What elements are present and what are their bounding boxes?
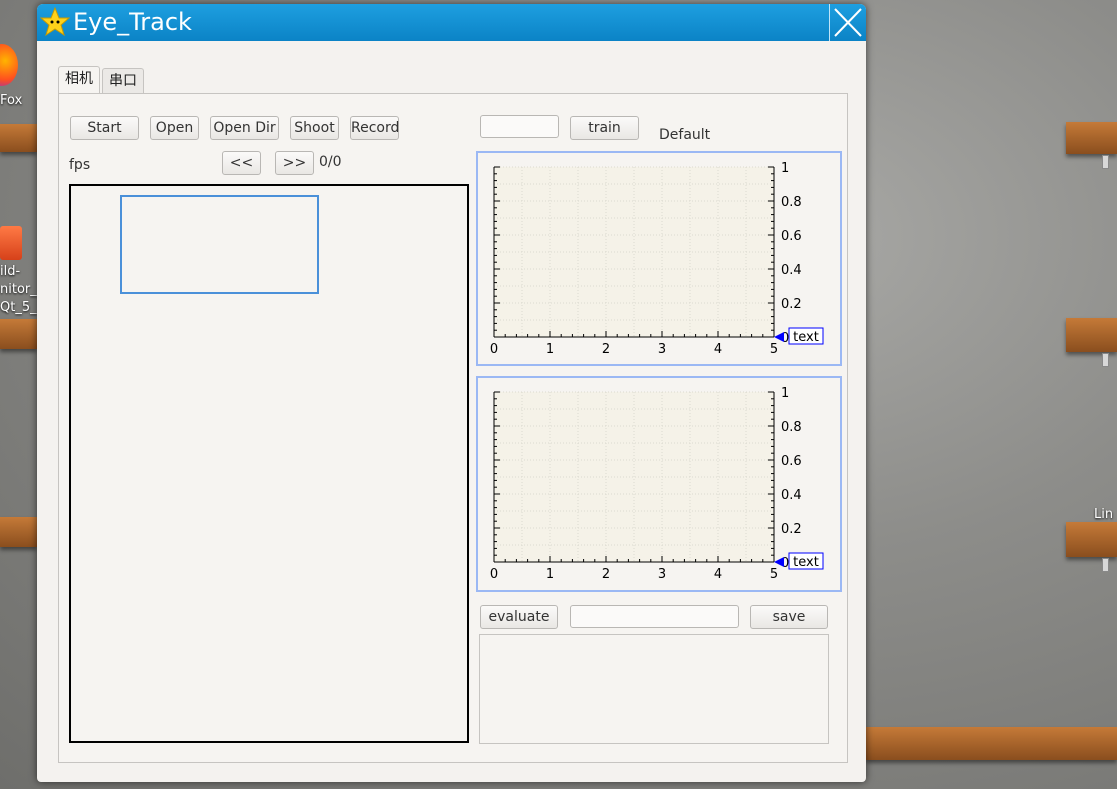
- y-tick-label: 0.8: [781, 195, 802, 210]
- save-button[interactable]: save: [750, 605, 828, 629]
- marker-label: text: [793, 555, 819, 570]
- desktop-label-line2: nitor_: [0, 282, 37, 297]
- camera-view[interactable]: [69, 184, 469, 743]
- open-button[interactable]: Open: [150, 116, 199, 140]
- y-tick-label: 0.6: [781, 229, 802, 244]
- x-tick-label: 0: [490, 567, 498, 582]
- plot-area-2[interactable]: 0 1 2 3 4 510.80.60.40.20 text: [478, 378, 840, 590]
- roi-rectangle[interactable]: [120, 195, 319, 294]
- y-tick-label: 0.8: [781, 420, 802, 435]
- mode-label: Default: [659, 127, 711, 143]
- train-button[interactable]: train: [570, 116, 639, 140]
- y-tick-label: 1: [781, 161, 789, 176]
- shoot-button[interactable]: Shoot: [290, 116, 339, 140]
- tab-camera[interactable]: 相机: [58, 66, 100, 93]
- x-tick-label: 4: [714, 567, 722, 582]
- y-tick-label: 0.2: [781, 522, 802, 537]
- x-tick-label: 1: [546, 567, 554, 582]
- y-tick-label: 0.6: [781, 454, 802, 469]
- prev-frame-button[interactable]: <<: [222, 151, 261, 175]
- x-tick-label: 4: [714, 342, 722, 357]
- marker-arrow-icon: [774, 557, 784, 567]
- desktop-label-line1: ild-: [0, 264, 21, 279]
- evaluate-input[interactable]: [570, 605, 739, 628]
- desktop-label-lin: Lin: [1094, 507, 1114, 522]
- x-tick-label: 3: [658, 342, 666, 357]
- tab-serial[interactable]: 串口: [102, 68, 144, 93]
- y-tick-label: 0.4: [781, 488, 802, 503]
- desktop-label-firefox: Fox: [0, 93, 23, 108]
- plot-1[interactable]: 0 1 2 3 4 5 1 0.8 0.6 0.4 0.2 0 text: [476, 151, 842, 366]
- output-text-area[interactable]: [479, 634, 829, 744]
- y-tick-label: 0.2: [781, 297, 802, 312]
- y-tick-label: 1: [781, 386, 789, 401]
- open-dir-button[interactable]: Open Dir: [210, 116, 279, 140]
- evaluate-button[interactable]: evaluate: [480, 605, 558, 629]
- fps-label: fps: [69, 157, 91, 173]
- star-icon: [40, 7, 70, 37]
- marker-arrow-icon: [774, 332, 784, 342]
- y-tick-label: 0.4: [781, 263, 802, 278]
- firefox-icon[interactable]: [0, 44, 18, 86]
- window-title: Eye_Track: [73, 8, 192, 36]
- plot-2[interactable]: 0 1 2 3 4 5 1 0.8 0.6 0.4 0.2 0 text: [476, 376, 842, 592]
- main-window: Eye_Track 相机 串口 Start Open Open Dir Shoo…: [37, 4, 866, 782]
- plot-area-1[interactable]: 0 1 2 3 4 510.80.60.40.20 text: [478, 153, 840, 364]
- close-button[interactable]: [829, 4, 866, 41]
- frame-counter: 0/0: [319, 154, 342, 170]
- x-tick-label: 0: [490, 342, 498, 357]
- desktop-label-line3: Qt_5_: [0, 300, 37, 315]
- marker-label: text: [793, 330, 819, 345]
- x-tick-label: 2: [602, 567, 610, 582]
- x-tick-label: 3: [658, 567, 666, 582]
- start-button[interactable]: Start: [70, 116, 139, 140]
- close-icon: [834, 8, 862, 37]
- title-bar[interactable]: Eye_Track: [37, 4, 866, 41]
- folder-icon[interactable]: [0, 226, 22, 260]
- x-tick-label: 5: [770, 342, 778, 357]
- x-tick-label: 5: [770, 567, 778, 582]
- record-button[interactable]: Record: [350, 116, 399, 140]
- next-frame-button[interactable]: >>: [275, 151, 314, 175]
- x-tick-label: 1: [546, 342, 554, 357]
- x-tick-label: 2: [602, 342, 610, 357]
- train-input[interactable]: [480, 115, 559, 138]
